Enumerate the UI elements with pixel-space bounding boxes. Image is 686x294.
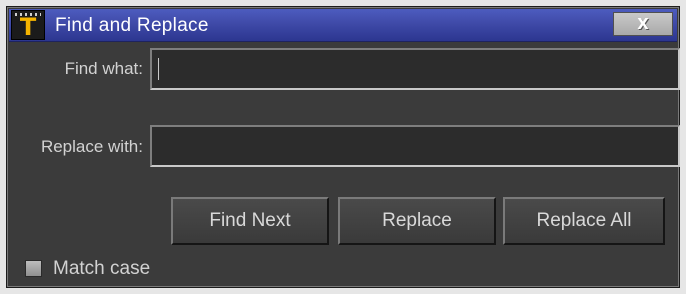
match-case-checkbox[interactable] <box>25 260 42 277</box>
find-replace-dialog: T Find and Replace X Find what: Replace … <box>6 6 680 288</box>
replace-with-label: Replace with: <box>40 137 143 156</box>
window-title: Find and Replace <box>55 15 209 36</box>
replace-all-button[interactable]: Replace All <box>503 197 665 245</box>
app-icon-glyph: T <box>19 13 37 41</box>
title-bar[interactable]: T Find and Replace X <box>9 9 677 42</box>
find-next-button[interactable]: Find Next <box>171 197 329 245</box>
match-case-label[interactable]: Match case <box>53 257 150 281</box>
replace-with-input[interactable] <box>150 125 680 167</box>
find-what-label: Find what: <box>64 59 143 78</box>
app-t-icon: T <box>11 10 45 40</box>
text-caret <box>158 58 159 80</box>
find-what-input[interactable] <box>150 48 680 90</box>
replace-button[interactable]: Replace <box>338 197 496 245</box>
close-icon[interactable]: X <box>637 15 649 33</box>
close-button[interactable]: X <box>613 12 673 36</box>
